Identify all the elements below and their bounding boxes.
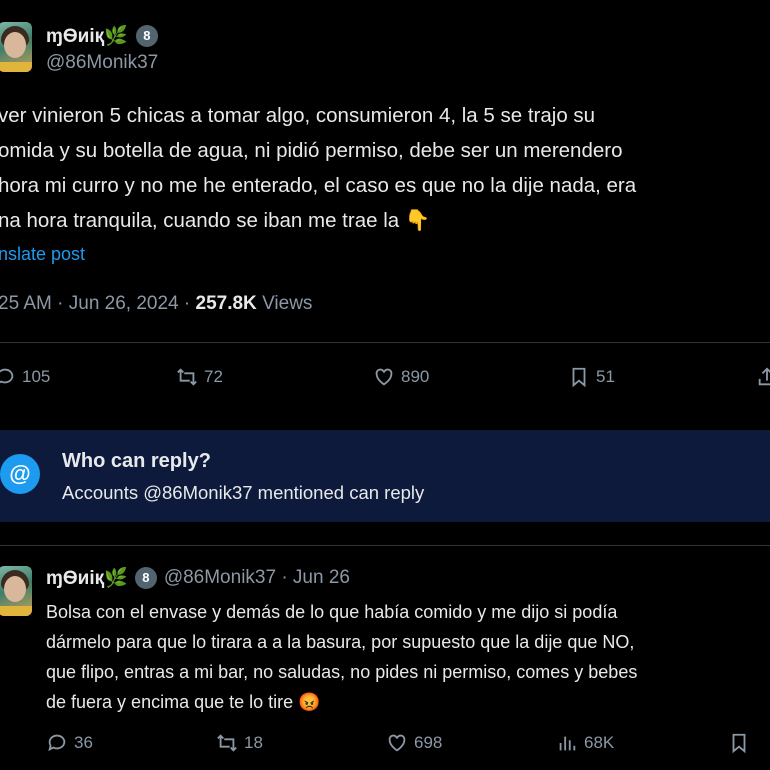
heart-icon: [388, 734, 406, 752]
post-author: ɱѲиiқ🌿 8: [46, 24, 158, 48]
reply-handle-date[interactable]: @86Monik37 · Jun 26: [164, 567, 350, 589]
reply-button[interactable]: 105: [0, 366, 50, 388]
divider: [0, 545, 770, 546]
repost-count: 72: [204, 367, 223, 386]
like-count: 890: [401, 367, 430, 386]
reply-count: 105: [22, 367, 51, 386]
reply-author: ɱѲиiқ🌿 8 @86Monik37 · Jun 26: [46, 566, 350, 590]
post-text: ver vinieron 5 chicas a tomar algo, cons…: [0, 98, 636, 238]
reply-display-name[interactable]: ɱѲиiқ🌿: [46, 566, 128, 590]
reply-views-button[interactable]: 68K: [556, 732, 614, 754]
display-name[interactable]: ɱѲиiқ🌿: [46, 24, 128, 48]
reply-restriction-title: Who can reply?: [62, 450, 211, 472]
like-button[interactable]: 890: [373, 366, 429, 388]
bookmark-icon: [572, 367, 586, 388]
views-count: 257.8K: [195, 293, 257, 314]
post-time[interactable]: 25 AM · Jun 26, 2024 ·: [0, 293, 196, 314]
reply-reply-count: 36: [74, 733, 93, 752]
reply-restriction-subtitle: Accounts @86Monik37 mentioned can reply: [62, 482, 425, 503]
reply-views-count: 68K: [584, 733, 615, 752]
reply-icon: [0, 368, 14, 384]
reply-restriction-banner: @ Who can reply? Accounts @86Monik37 men…: [0, 430, 770, 522]
reply-like-button[interactable]: 698: [386, 732, 442, 754]
reply-avatar[interactable]: [0, 566, 32, 616]
repost-icon: [177, 368, 197, 386]
badge-icon: 8: [135, 25, 158, 47]
reply-like-count: 698: [414, 733, 443, 752]
reply-repost-button[interactable]: 18: [216, 732, 263, 754]
divider: [0, 342, 770, 343]
badge-icon: 8: [134, 567, 157, 589]
bookmark-button[interactable]: 51: [568, 366, 615, 388]
mention-icon: @: [0, 454, 40, 494]
avatar[interactable]: [0, 22, 32, 72]
translate-post-link[interactable]: nslate post: [0, 244, 85, 265]
reply-reply-button[interactable]: 36: [46, 732, 93, 754]
views-label: Views: [256, 293, 313, 314]
reply-repost-count: 18: [244, 733, 263, 752]
bookmark-icon: [732, 733, 746, 754]
reply-icon: [48, 734, 66, 752]
share-button[interactable]: [756, 366, 770, 388]
analytics-icon: [559, 736, 576, 751]
reply-text-line: de fuera y encima que te lo tire 😡: [46, 692, 321, 712]
post-text-line: omida y su botella de agua, ni pidió per…: [0, 139, 623, 162]
reply-text: Bolsa con el envase y demás de lo que ha…: [46, 597, 637, 717]
repost-button[interactable]: 72: [176, 366, 223, 388]
post-text-line: ver vinieron 5 chicas a tomar algo, cons…: [0, 104, 596, 127]
share-icon: [758, 367, 770, 386]
reply-text-line: que flipo, entras a mi bar, no saludas, …: [46, 662, 638, 682]
post-meta: 25 AM · Jun 26, 2024 · 257.8K Views: [0, 293, 312, 315]
repost-icon: [217, 734, 237, 752]
reply-text-line: dármelo para que lo tirara a a la basura…: [46, 632, 635, 652]
post-text-line: na hora tranquila, cuando se iban me tra…: [0, 209, 431, 232]
handle[interactable]: @86Monik37: [46, 52, 158, 74]
heart-icon: [375, 368, 393, 386]
post-text-line: hora mi curro y no me he enterado, el ca…: [0, 174, 637, 197]
reply-bookmark-button[interactable]: [728, 732, 750, 754]
bookmark-count: 51: [596, 367, 615, 386]
reply-text-line: Bolsa con el envase y demás de lo que ha…: [46, 602, 618, 622]
